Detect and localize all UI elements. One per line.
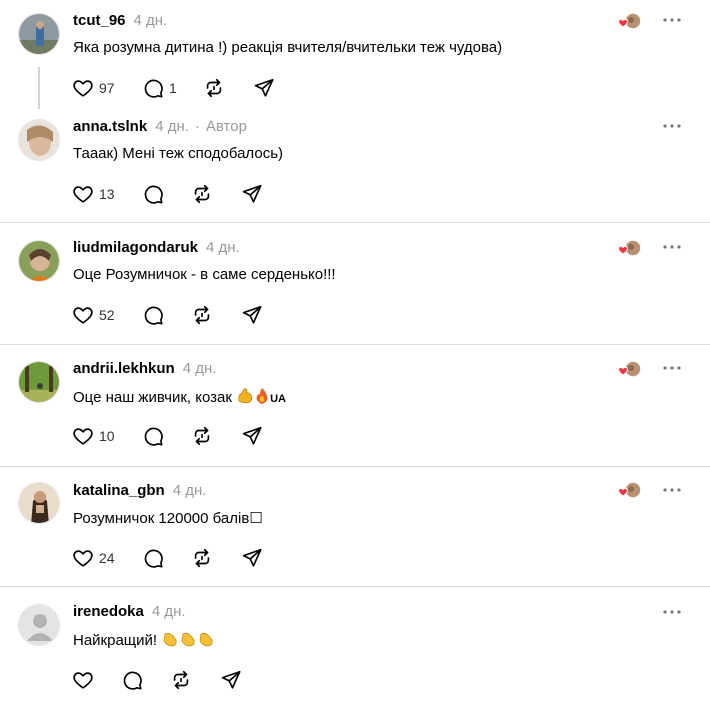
like-button[interactable]: 52 [72,303,115,327]
user-avatar[interactable] [18,240,60,282]
flexed-biceps-icon [236,387,254,409]
clapping-hands-icon [179,630,197,652]
like-button[interactable]: 24 [72,546,115,570]
comment-item: andrii.lekhkun 4 дн. Оце наш живчик, коза… [0,345,710,466]
fire-icon [254,387,270,409]
comment-item: irenedoka 4 дн. Найкращий! [0,587,710,701]
comment-item: katalina_gbn 4 дн. Розумничок 120000 балі… [0,467,710,586]
comment-text: Найкращий! [73,630,215,652]
repost-button[interactable] [191,182,213,206]
username[interactable]: irenedoka [73,603,144,620]
like-button[interactable]: 97 [72,76,115,100]
repost-button[interactable] [191,546,213,570]
like-count: 10 [99,428,115,444]
liked-by-author-icon [617,12,643,32]
comment-text: Яка розумна дитина !) реакція вчителя/вч… [73,39,503,56]
timestamp[interactable]: 4 дн. [134,12,168,29]
liked-by-author-icon [617,239,643,259]
like-count: 97 [99,80,115,96]
comment-text: Оце Розумничок - в саме серденько!!! [73,266,336,283]
like-button[interactable]: 13 [72,182,115,206]
comment-text: Тааак) Мені теж сподобалось) [73,145,283,162]
comment-text: Розумничок 120000 балів☐ [73,510,263,527]
liked-by-author-icon [617,481,643,501]
user-avatar[interactable] [18,482,60,524]
share-button[interactable] [220,668,242,692]
more-options-icon[interactable] [662,486,682,494]
thread-line [38,67,40,109]
comment-item: liudmilagondaruk 4 дн. Оце Розумничок - в… [0,223,710,344]
more-options-icon[interactable] [662,16,682,24]
username[interactable]: andrii.lekhkun [73,360,175,377]
repost-button[interactable] [191,303,213,327]
more-options-icon[interactable] [662,364,682,372]
username[interactable]: anna.tslnk [73,118,147,135]
author-badge: Автор [205,118,247,135]
user-avatar[interactable] [18,13,60,55]
username[interactable]: liudmilagondaruk [73,239,198,256]
user-avatar[interactable] [18,119,60,161]
timestamp[interactable]: 4 дн. [183,360,217,377]
user-avatar[interactable] [18,361,60,403]
more-options-icon[interactable] [662,608,682,616]
timestamp[interactable]: 4 дн. [173,482,207,499]
username[interactable]: tcut_96 [73,12,126,29]
repost-button[interactable] [203,76,225,100]
reply-button[interactable] [142,546,164,570]
more-options-icon[interactable] [662,122,682,130]
like-button[interactable]: 10 [72,424,115,448]
reply-button[interactable] [142,182,164,206]
share-button[interactable] [241,546,263,570]
share-button[interactable] [241,424,263,448]
repost-button[interactable] [170,668,192,692]
comment-item: tcut_96 4 дн. Яка розумна дитина !) реакц… [0,0,710,110]
liked-by-author-icon [617,360,643,380]
reply-button[interactable] [142,303,164,327]
reply-button[interactable] [121,668,143,692]
ua-label: UA [270,392,286,405]
share-button[interactable] [241,303,263,327]
comment-text: Оце наш живчик, козак UA [73,387,286,409]
more-options-icon[interactable] [662,243,682,251]
timestamp[interactable]: 4 дн. [206,239,240,256]
share-button[interactable] [241,182,263,206]
reply-button[interactable]: 1 [142,76,177,100]
like-count: 24 [99,550,115,566]
separator-dot: · [194,118,200,135]
reply-button[interactable] [142,424,164,448]
comment-text-body: Оце наш живчик, козак [73,388,232,406]
clapping-hands-icon [197,630,215,652]
timestamp[interactable]: 4 дн. [155,118,189,135]
reply-count: 1 [169,80,177,96]
like-count: 13 [99,186,115,202]
timestamp[interactable]: 4 дн. [152,603,186,620]
comment-text-body: Найкращий! [73,631,158,649]
share-button[interactable] [253,76,275,100]
comment-item: anna.tslnk 4 дн. · Автор Тааак) Мені теж сп… [0,110,710,222]
user-avatar[interactable] [18,604,60,646]
like-count: 52 [99,307,115,323]
clapping-hands-icon [161,630,179,652]
like-button[interactable] [72,668,94,692]
username[interactable]: katalina_gbn [73,482,165,499]
repost-button[interactable] [191,424,213,448]
